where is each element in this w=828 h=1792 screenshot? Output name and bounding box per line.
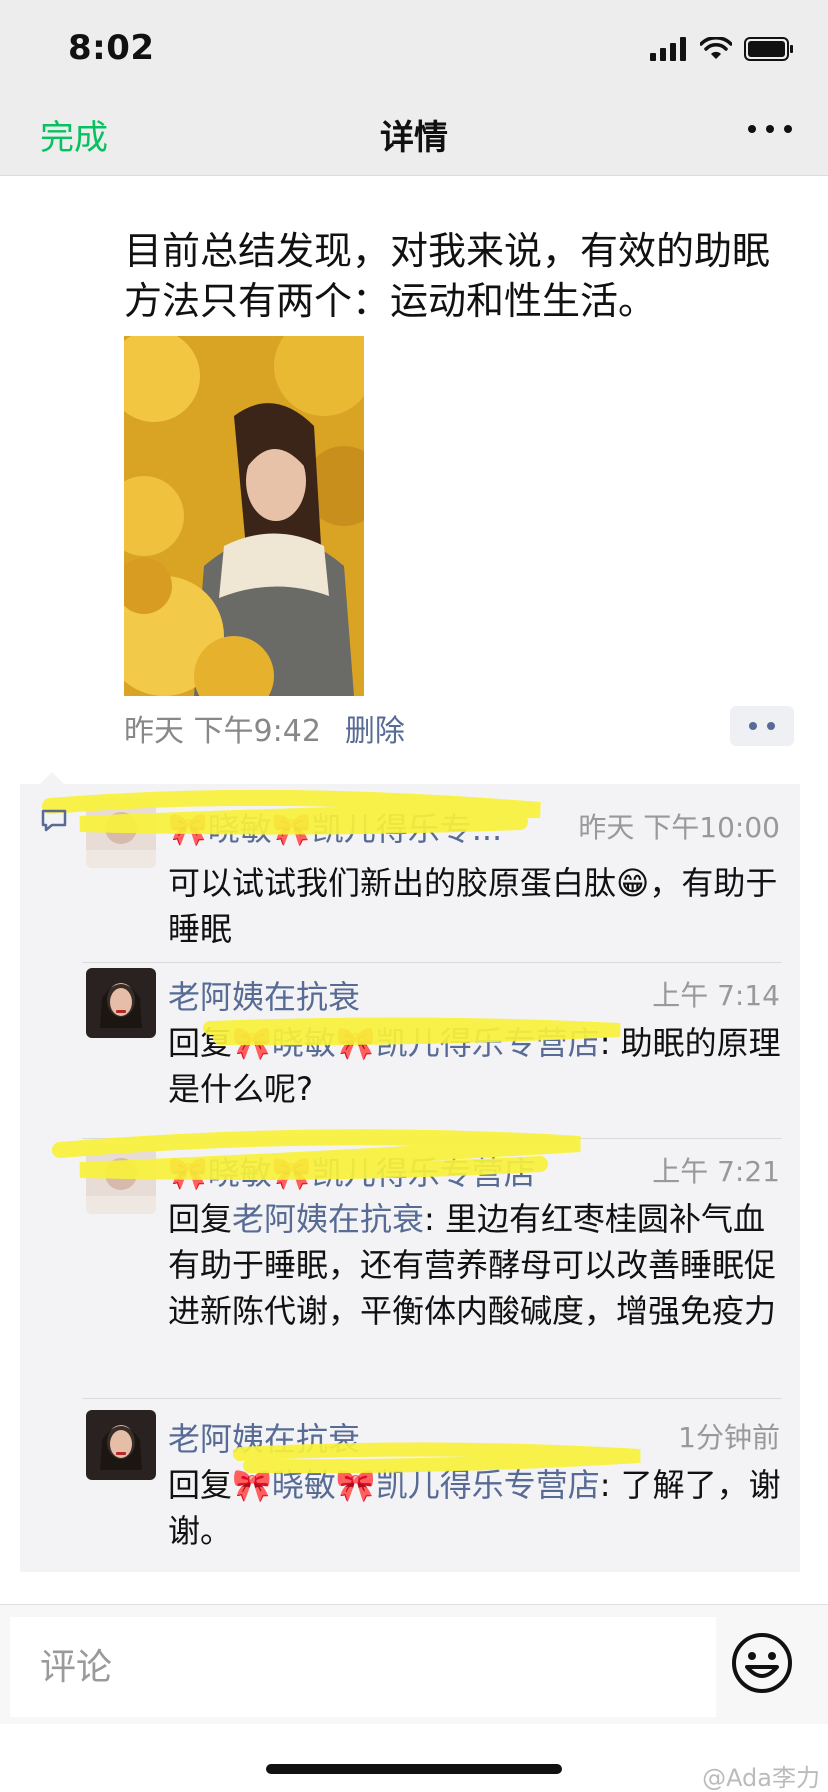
status-icons <box>650 34 794 64</box>
signal-icon <box>650 37 686 61</box>
comment-text: 可以试试我们新出的胶原蛋白肽😁，有助于睡眠 <box>168 860 788 952</box>
comment-author[interactable]: 老阿姨在抗衰 <box>168 972 360 1018</box>
top-bar: 8:02 完成 详情 <box>0 0 828 176</box>
avatar[interactable] <box>86 1410 156 1480</box>
comment-author[interactable]: 🎀晓敏🎀凯儿得乐专... <box>168 804 502 850</box>
reply-target[interactable]: 🎀晓敏🎀凯儿得乐专营店 <box>232 1466 600 1504</box>
comment-icon <box>41 809 67 832</box>
comment-input[interactable] <box>10 1617 716 1717</box>
comment-time: 昨天 下午10:00 <box>578 811 780 844</box>
post-time: 昨天 下午9:42 <box>124 714 321 749</box>
post-actions-button[interactable] <box>730 706 794 746</box>
home-indicator <box>266 1764 562 1774</box>
watermark: @Ada李力 <box>702 1764 820 1792</box>
portrait-photo <box>124 336 364 696</box>
comment-time: 1分钟前 <box>678 1421 780 1454</box>
comment-author[interactable]: 老阿姨在抗衰 <box>168 1414 360 1460</box>
comment-body: 可以试试我们新出的胶原蛋白肽😁，有助于睡眠 <box>168 864 778 948</box>
comment-text: 回复老阿姨在抗衰: 里边有红枣桂圆补气血有助于睡眠，还有营养酵母可以改善睡眠促进… <box>168 1196 788 1334</box>
more-icon[interactable] <box>748 114 792 144</box>
reply-prefix: 回复 <box>168 1466 233 1504</box>
divider <box>82 962 782 963</box>
post-meta: 昨天 下午9:42 删除 <box>124 706 405 750</box>
status-time: 8:02 <box>68 28 155 68</box>
divider <box>82 1398 782 1399</box>
wifi-icon <box>700 37 732 59</box>
reply-separator: : <box>599 1466 621 1504</box>
comment-text: 回复🎀晓敏🎀凯儿得乐专营店: 助眠的原理是什么呢? <box>168 1020 788 1112</box>
reply-target[interactable]: 🎀晓敏🎀凯儿得乐专营店 <box>232 1024 600 1062</box>
avatar[interactable] <box>86 798 156 868</box>
emoji-icon[interactable] <box>730 1631 794 1695</box>
reply-separator: : <box>424 1200 445 1238</box>
divider <box>82 1138 782 1139</box>
comment-time: 上午 7:14 <box>652 979 780 1012</box>
comments-panel: 🎀晓敏🎀凯儿得乐专... 昨天 下午10:00 可以试试我们新出的胶原蛋白肽😁，… <box>20 784 800 1572</box>
comment-time: 上午 7:21 <box>652 1155 780 1188</box>
comment-author[interactable]: 🎀晓敏🎀凯儿得乐专营店 <box>168 1148 536 1194</box>
comments-caret <box>40 772 64 784</box>
avatar[interactable] <box>86 968 156 1038</box>
page-title: 详情 <box>380 118 448 158</box>
reply-target[interactable]: 老阿姨在抗衰 <box>232 1200 424 1238</box>
reply-prefix: 回复 <box>168 1024 233 1062</box>
comment-text: 回复🎀晓敏🎀凯儿得乐专营店: 了解了，谢谢。 <box>168 1462 788 1554</box>
post-photo[interactable] <box>124 336 364 696</box>
comment-bar <box>0 1604 828 1724</box>
battery-icon <box>744 37 793 61</box>
delete-link[interactable]: 删除 <box>345 706 405 750</box>
avatar[interactable] <box>86 1144 156 1214</box>
reply-separator: : <box>599 1024 621 1062</box>
post-text: 目前总结发现，对我来说，有效的助眠方法只有两个：运动和性生活。 <box>124 229 771 323</box>
reply-prefix: 回复 <box>168 1200 233 1238</box>
